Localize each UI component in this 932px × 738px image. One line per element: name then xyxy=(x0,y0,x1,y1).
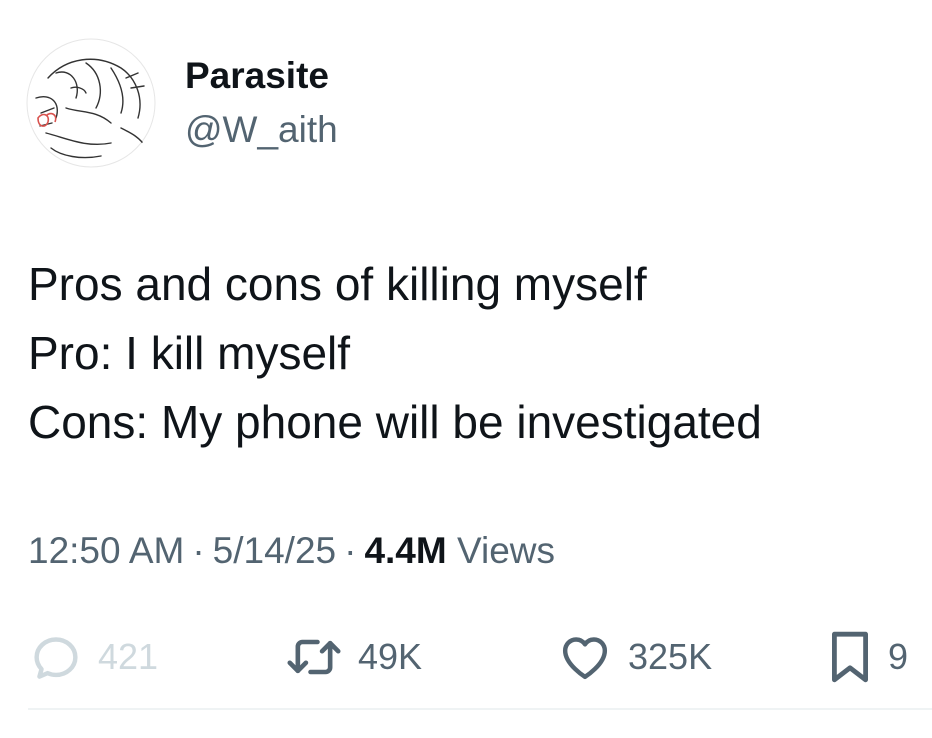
author-handle[interactable]: @W_aith xyxy=(185,109,338,151)
meta-separator: · xyxy=(192,530,205,571)
repost-button[interactable]: 49K xyxy=(284,625,422,689)
tweet-time[interactable]: 12:50 AM xyxy=(28,530,184,571)
meta-separator: · xyxy=(344,530,357,571)
reply-icon xyxy=(34,637,78,679)
tweet-line: Pros and cons of killing myself xyxy=(28,258,647,310)
repost-count: 49K xyxy=(358,636,423,677)
bookmark-count: 9 xyxy=(888,636,909,677)
like-count: 325K xyxy=(628,636,713,677)
bookmark-icon xyxy=(832,631,868,683)
views-count: 4.4M xyxy=(364,530,447,571)
tweet-meta: 12:50 AM · 5/14/25 · 4.4M Views xyxy=(28,530,555,572)
repost-icon xyxy=(287,639,341,675)
action-bar: 421 49K 325K 9 xyxy=(0,625,932,689)
tweet-date[interactable]: 5/14/25 xyxy=(213,530,336,571)
tweet-line: Cons: My phone will be investigated xyxy=(28,396,762,448)
avatar-sketch-image xyxy=(26,38,156,168)
views-label: Views xyxy=(457,530,556,571)
avatar[interactable] xyxy=(26,38,156,168)
author-display-name[interactable]: Parasite xyxy=(185,55,329,97)
tweet-line: Pro: I kill myself xyxy=(28,327,351,379)
heart-icon xyxy=(562,637,608,680)
reply-button[interactable]: 421 xyxy=(28,625,158,689)
divider xyxy=(28,708,932,710)
reply-count: 421 xyxy=(98,636,159,677)
tweet-text: Pros and cons of killing myself Pro: I k… xyxy=(28,250,762,457)
bookmark-button[interactable]: 9 xyxy=(826,625,908,689)
like-button[interactable]: 325K xyxy=(556,625,712,689)
